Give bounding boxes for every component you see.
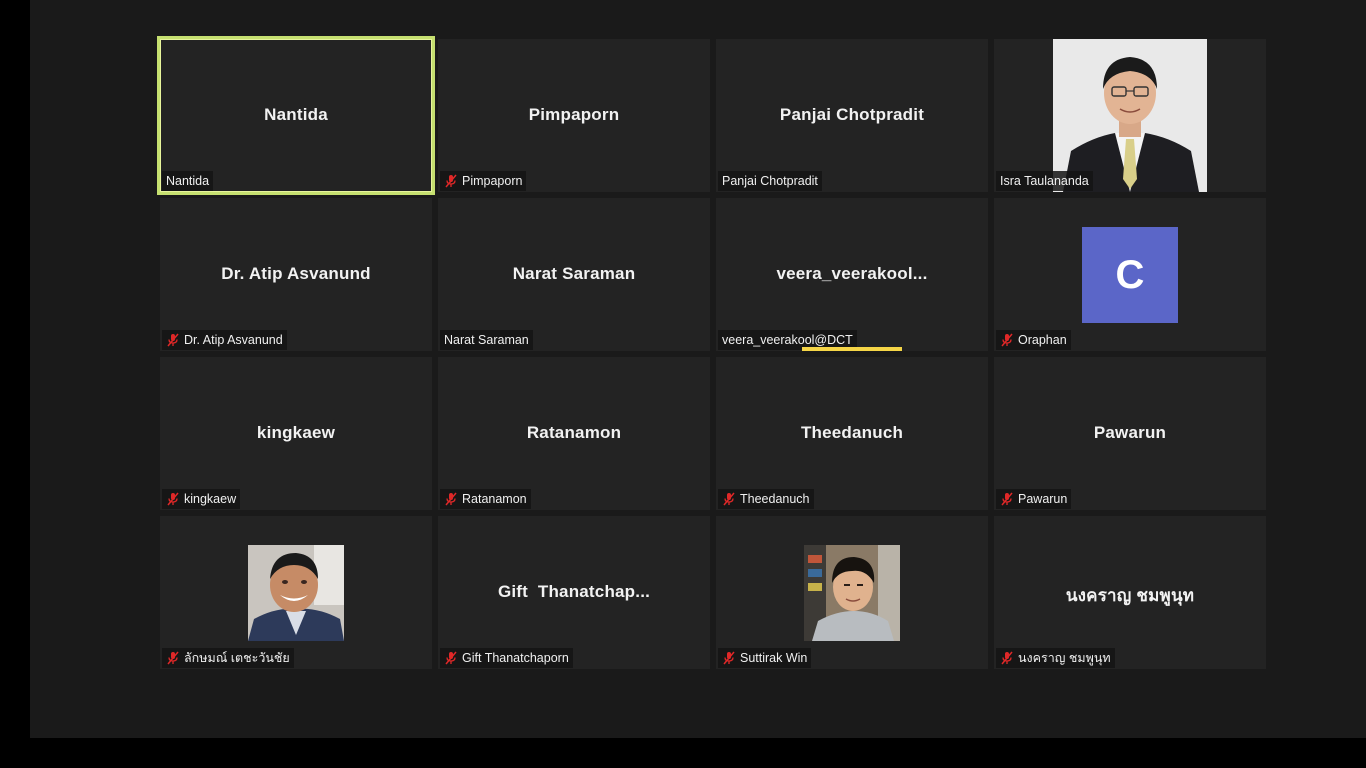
participant-display-name: Theedanuch bbox=[800, 423, 904, 442]
participant-display-name: Narat Saraman bbox=[512, 264, 636, 283]
participant-video-feed bbox=[1053, 39, 1207, 192]
mic-muted-icon bbox=[167, 333, 179, 347]
mic-muted-icon bbox=[1001, 492, 1013, 506]
participant-label-text: Ratanamon bbox=[462, 492, 527, 506]
participant-tile-veera[interactable]: veera_veerakool... veera_veerakool@DCT bbox=[716, 198, 988, 351]
participant-label-text: Theedanuch bbox=[740, 492, 810, 506]
participant-display-name: Gift Thanatchap... bbox=[497, 582, 651, 601]
participant-name-label: Suttirak Win bbox=[718, 648, 812, 668]
avatar: C bbox=[1082, 227, 1178, 323]
participant-display-name: Nantida bbox=[264, 105, 328, 124]
man-in-suit-image bbox=[1053, 39, 1207, 192]
participant-name-label: Theedanuch bbox=[718, 489, 814, 509]
participant-tile-suttirak[interactable]: Suttirak Win bbox=[716, 516, 988, 669]
mic-muted-icon bbox=[723, 651, 735, 665]
participant-tile-panjai[interactable]: Panjai Chotpradit Panjai Chotpradit bbox=[716, 39, 988, 192]
participant-name-label: นงคราญ ชมพูนุท bbox=[996, 648, 1115, 668]
mic-muted-icon bbox=[167, 651, 179, 665]
participant-label-text: Narat Saraman bbox=[444, 333, 529, 347]
participant-tile-kingkaew[interactable]: kingkaew kingkaew bbox=[160, 357, 432, 510]
participant-label-text: Panjai Chotpradit bbox=[722, 174, 818, 188]
participant-label-text: Pawarun bbox=[1018, 492, 1068, 506]
participant-name-label: ลักษมณ์ เตชะวันชัย bbox=[162, 648, 294, 668]
speaking-indicator bbox=[802, 347, 902, 351]
participant-name-label: Dr. Atip Asvanund bbox=[162, 330, 287, 350]
participant-label-text: Suttirak Win bbox=[740, 651, 808, 665]
participant-tile-theedanuch[interactable]: Theedanuch Theedanuch bbox=[716, 357, 988, 510]
participant-tile-pimpaporn[interactable]: Pimpaporn Pimpaporn bbox=[438, 39, 710, 192]
participant-name-label: Pimpaporn bbox=[440, 171, 527, 191]
participant-name-label: Panjai Chotpradit bbox=[718, 171, 822, 191]
participant-label-text: ลักษมณ์ เตชะวันชัย bbox=[184, 651, 290, 665]
participant-name-label: Ratanamon bbox=[440, 489, 531, 509]
participant-display-name: Pimpaporn bbox=[528, 105, 620, 124]
participant-tile-gift[interactable]: Gift Thanatchap... Gift Thanatchaporn bbox=[438, 516, 710, 669]
participant-display-name: นงคราญ ชมพูนุท bbox=[1065, 586, 1195, 605]
participant-display-name: kingkaew bbox=[256, 423, 336, 442]
participant-label-text: Oraphan bbox=[1018, 333, 1067, 347]
mic-muted-icon bbox=[167, 492, 179, 506]
participant-display-name: Panjai Chotpradit bbox=[779, 105, 925, 124]
participant-display-name: Dr. Atip Asvanund bbox=[221, 264, 371, 283]
participant-display-name: veera_veerakool... bbox=[776, 264, 928, 283]
mic-muted-icon bbox=[445, 174, 457, 188]
participant-label-text: นงคราญ ชมพูนุท bbox=[1018, 651, 1111, 665]
participant-label-text: veera_veerakool@DCT bbox=[722, 333, 853, 347]
participant-grid: Nantida Nantida Pimpaporn Pimpaporn Panj… bbox=[157, 36, 1266, 669]
participant-tile-pawarun[interactable]: Pawarun Pawarun bbox=[994, 357, 1266, 510]
participant-tile-oraphan[interactable]: C Oraphan bbox=[994, 198, 1266, 351]
participant-label-text: Pimpaporn bbox=[462, 174, 523, 188]
participant-tile-nongkran[interactable]: นงคราญ ชมพูนุท นงคราญ ชมพูนุท bbox=[994, 516, 1266, 669]
participant-name-label: Narat Saraman bbox=[440, 330, 533, 350]
participant-profile-photo bbox=[804, 545, 900, 641]
participant-name-label: kingkaew bbox=[162, 489, 241, 509]
participant-label-text: kingkaew bbox=[184, 492, 237, 506]
participant-tile-atip[interactable]: Dr. Atip Asvanund Dr. Atip Asvanund bbox=[160, 198, 432, 351]
participant-label-text: Dr. Atip Asvanund bbox=[184, 333, 283, 347]
participant-name-label: Oraphan bbox=[996, 330, 1071, 350]
mic-muted-icon bbox=[723, 492, 735, 506]
participant-profile-photo bbox=[248, 545, 344, 641]
participant-tile-narat[interactable]: Narat Saraman Narat Saraman bbox=[438, 198, 710, 351]
participant-name-label: Isra Taulananda bbox=[996, 171, 1093, 191]
meeting-window: Nantida Nantida Pimpaporn Pimpaporn Panj… bbox=[0, 0, 1366, 768]
participant-label-text: Gift Thanatchaporn bbox=[462, 651, 569, 665]
participant-tile-laksamon[interactable]: ลักษมณ์ เตชะวันชัย bbox=[160, 516, 432, 669]
participant-display-name: Pawarun bbox=[1093, 423, 1167, 442]
participant-tile-isra[interactable]: Isra Taulananda bbox=[994, 39, 1266, 192]
participant-label-text: Isra Taulananda bbox=[1000, 174, 1089, 188]
participant-name-label: Nantida bbox=[162, 171, 214, 191]
participant-name-label: Gift Thanatchaporn bbox=[440, 648, 573, 668]
participant-label-text: Nantida bbox=[166, 174, 210, 188]
young-man-image bbox=[804, 545, 900, 641]
participant-tile-nantida[interactable]: Nantida Nantida bbox=[157, 36, 435, 195]
mic-muted-icon bbox=[445, 651, 457, 665]
mic-muted-icon bbox=[1001, 333, 1013, 347]
participant-tile-ratanamon[interactable]: Ratanamon Ratanamon bbox=[438, 357, 710, 510]
participant-name-label: Pawarun bbox=[996, 489, 1072, 509]
mic-muted-icon bbox=[445, 492, 457, 506]
smiling-man-image bbox=[248, 545, 344, 641]
mic-muted-icon bbox=[1001, 651, 1013, 665]
participant-display-name: Ratanamon bbox=[526, 423, 622, 442]
